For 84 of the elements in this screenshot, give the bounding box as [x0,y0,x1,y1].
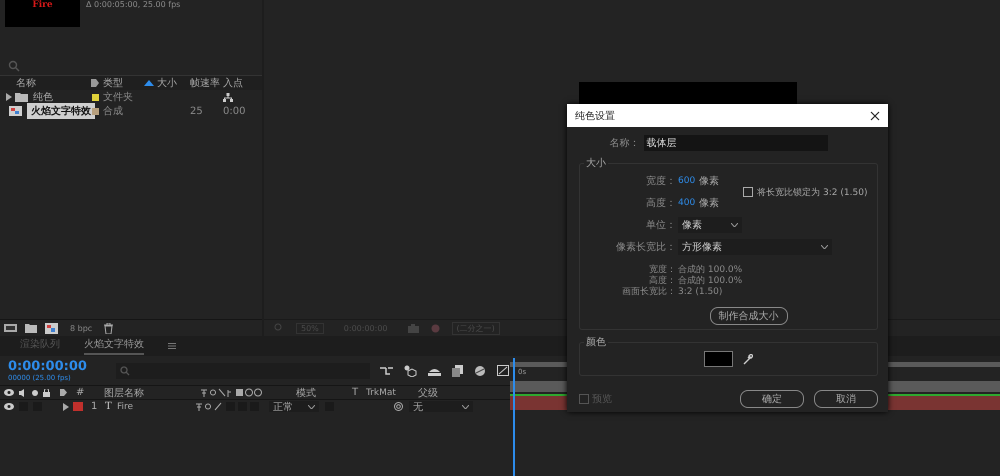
make-comp-size-button[interactable]: 制作合成大小 [710,307,788,325]
checkbox-label: 将长宽比锁定为 3:2 (1.50) [757,186,868,198]
group-label: 大小 [584,156,608,170]
chevron-icon [821,245,828,249]
column-header[interactable]: 模式 [296,386,352,400]
tag-icon[interactable] [59,388,68,397]
item-type: 文件夹 [103,90,134,104]
units-dropdown[interactable]: 像素 [678,217,742,233]
field-label: 单位： [645,218,676,232]
name-field[interactable]: 载体层 [644,135,828,151]
layer-label-color[interactable] [73,402,83,411]
field-label: 宽度： [645,174,676,188]
layer-name[interactable]: Fire [117,402,195,412]
column-header[interactable]: 类型 [103,76,141,90]
bit-depth[interactable]: 8 bpc [66,324,96,332]
eye-icon[interactable] [4,403,14,410]
group-label: 颜色 [584,335,608,349]
info-value: 合成的 100.0% [677,274,742,287]
layer-switches-icons[interactable] [200,388,262,397]
label-color-swatch[interactable] [92,94,98,100]
column-header[interactable]: 入点 [223,76,262,90]
column-header[interactable]: # [68,387,94,398]
expand-arrow-icon[interactable] [63,402,69,410]
column-header[interactable]: 图层名称 [94,386,200,400]
color-swatch[interactable] [704,351,733,367]
unit-text: 像素 [698,174,720,188]
trash-icon[interactable] [104,322,114,334]
frame-blending-icon[interactable] [452,364,463,376]
info-label: 高度： [648,274,676,286]
item-type: 合成 [103,104,124,118]
dialog-button[interactable]: 取消 [814,390,878,408]
text-layer-icon: T [105,401,117,412]
search-icon [120,366,132,376]
chevron-icon [308,404,315,408]
folder-icon[interactable] [25,323,37,333]
height-value[interactable]: 400 [676,198,696,208]
current-time[interactable]: 0:00:00:00 [8,359,116,374]
in-point: 0:00 [223,106,246,116]
column-header[interactable]: 名称 [0,76,87,90]
sort-icon[interactable] [141,80,157,86]
parent-dropdown[interactable]: 无 [409,401,473,412]
menu-icon[interactable] [168,343,176,349]
new-composition-icon[interactable] [45,322,58,334]
lock-icon[interactable] [43,388,50,396]
field-label: 名称： [610,137,640,150]
info-value: 3:2 (1.50) [677,286,722,296]
info-value: 合成的 100.0% [677,264,742,276]
interpret-footage-icon[interactable] [4,323,17,333]
speaker-icon[interactable] [19,388,27,396]
thumbnail-text: Fire [32,0,53,11]
frame-rate: 25 [190,106,203,116]
solo-dot-icon[interactable] [32,390,38,396]
comp-info: Δ 0:00:05:00, 25.00 fps [86,0,180,11]
pick-whip-icon[interactable] [394,402,403,411]
folder-icon [15,92,28,102]
mode-dropdown[interactable]: 正常 [269,401,319,412]
project-item-name[interactable]: 纯色 [31,90,55,104]
field-label: 像素长宽比： [615,240,676,254]
composition-icon [9,106,22,116]
column-header[interactable]: T [352,387,366,398]
field-label: 高度： [645,196,676,210]
checkbox[interactable] [743,187,754,197]
project-item-name[interactable]: 火焰文字特效 [27,103,95,119]
eye-icon[interactable] [4,389,14,396]
chevron-icon [731,223,738,227]
dialog-button[interactable]: 确定 [740,390,804,408]
layer-number: 1 [90,401,98,412]
column-header[interactable]: 父级 [418,386,438,400]
graph-editor-icon[interactable] [497,365,509,376]
column-header[interactable]: 大小 [157,76,190,90]
expand-arrow-icon[interactable] [6,93,12,101]
info-label: 宽度： [648,264,676,276]
pixel-aspect-dropdown[interactable]: 方形像素 [678,239,832,255]
layer-switches-icons[interactable] [195,402,223,411]
column-header[interactable]: 帧速率 [190,76,223,90]
search-field[interactable] [116,362,370,378]
checkbox[interactable] [579,394,589,404]
info-label: 画面长宽比： [621,286,676,298]
close-icon[interactable] [870,110,880,120]
width-value[interactable]: 600 [676,176,696,186]
chevron-icon [462,404,469,408]
dialog-title: 纯色设置 [575,110,615,122]
column-header[interactable]: TrkMat [366,388,418,398]
unit-text: 像素 [698,196,720,210]
